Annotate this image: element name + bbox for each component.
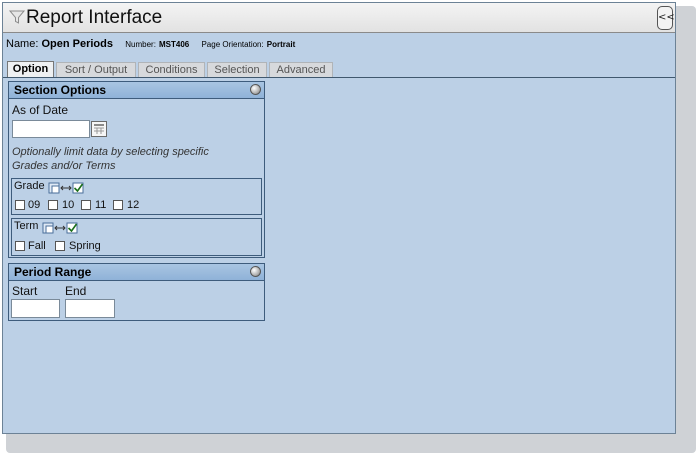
as-of-date-label: As of Date xyxy=(12,103,69,117)
grade-12-checkbox[interactable] xyxy=(113,200,123,210)
grade-12-label: 12 xyxy=(127,199,140,211)
period-range-title: Period Range xyxy=(14,265,92,279)
start-label: Start xyxy=(12,284,38,298)
period-range-panel: Period Range Start End xyxy=(8,263,265,321)
term-fall-checkbox[interactable] xyxy=(15,241,25,251)
report-window: Report Interface << Name: Open Periods N… xyxy=(2,2,676,434)
tab-selection[interactable]: Selection xyxy=(207,62,267,77)
help-icon[interactable] xyxy=(250,84,261,95)
period-range-header: Period Range xyxy=(9,264,264,281)
title-bar: Report Interface << xyxy=(3,3,675,33)
funnel-icon xyxy=(9,10,25,24)
grade-10-checkbox[interactable] xyxy=(48,200,58,210)
name-label: Name: xyxy=(6,38,39,50)
grade-group: Grade 09 10 11 12 xyxy=(11,178,262,215)
select-all-toggle-icon[interactable] xyxy=(42,221,80,235)
tab-divider xyxy=(3,77,675,78)
collapse-button[interactable]: << xyxy=(657,6,675,30)
start-input[interactable] xyxy=(11,299,60,318)
window-title: Report Interface xyxy=(26,7,163,28)
tab-advanced[interactable]: Advanced xyxy=(269,62,333,77)
term-label: Term xyxy=(14,220,39,232)
end-input[interactable] xyxy=(65,299,115,318)
tab-conditions[interactable]: Conditions xyxy=(138,62,205,77)
grade-09-checkbox[interactable] xyxy=(15,200,25,210)
orientation-label: Page Orientation: xyxy=(201,40,264,49)
section-options-header: Section Options xyxy=(9,82,264,99)
number-label: Number: xyxy=(125,40,156,49)
term-spring-label: Spring xyxy=(69,240,101,252)
report-orientation: Portrait xyxy=(266,40,296,49)
hint-line-2: Grades and/or Terms xyxy=(12,160,116,172)
section-options-panel: Section Options As of Date Optionally li… xyxy=(8,81,265,258)
tab-sort-output[interactable]: Sort / Output xyxy=(56,62,136,77)
grade-11-label: 11 xyxy=(95,199,107,211)
report-info: Name: Open Periods Number: MST406 Page O… xyxy=(6,38,295,50)
select-all-toggle-icon[interactable] xyxy=(48,181,86,195)
report-number: MST406 xyxy=(158,40,190,49)
term-group: Term Fall Spring xyxy=(11,218,262,256)
help-icon[interactable] xyxy=(250,266,261,277)
grade-11-checkbox[interactable] xyxy=(81,200,91,210)
as-of-date-input[interactable] xyxy=(12,120,90,138)
tab-option[interactable]: Option xyxy=(7,61,54,78)
calendar-icon[interactable] xyxy=(91,121,107,137)
grade-label: Grade xyxy=(14,180,45,192)
end-label: End xyxy=(65,284,87,298)
term-fall-label: Fall xyxy=(28,240,46,252)
section-options-title: Section Options xyxy=(14,83,107,97)
term-spring-checkbox[interactable] xyxy=(55,241,65,251)
report-name: Open Periods xyxy=(41,38,113,50)
grade-09-label: 09 xyxy=(28,199,41,211)
grade-10-label: 10 xyxy=(62,199,75,211)
hint-line-1: Optionally limit data by selecting speci… xyxy=(12,146,209,158)
